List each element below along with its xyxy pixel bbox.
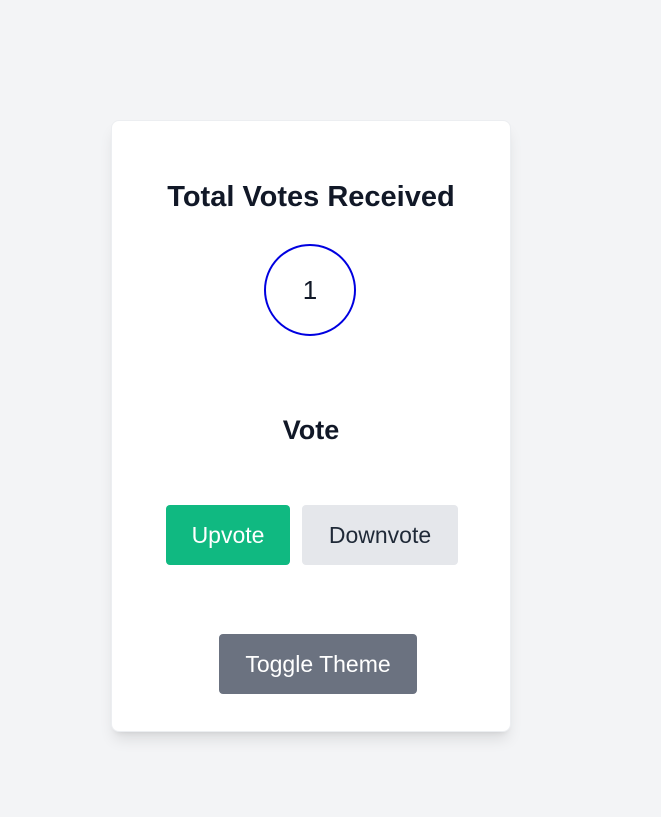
vote-counter: 1 xyxy=(264,244,356,336)
upvote-button[interactable]: Upvote xyxy=(166,505,290,565)
total-votes-title: Total Votes Received xyxy=(167,181,455,213)
vote-count-value: 1 xyxy=(302,274,318,305)
toggle-theme-button[interactable]: Toggle Theme xyxy=(219,634,417,694)
downvote-button[interactable]: Downvote xyxy=(302,505,458,565)
vote-card: Total Votes Received 1 Vote Upvote Downv… xyxy=(111,120,511,732)
vote-heading: Vote xyxy=(282,415,340,445)
